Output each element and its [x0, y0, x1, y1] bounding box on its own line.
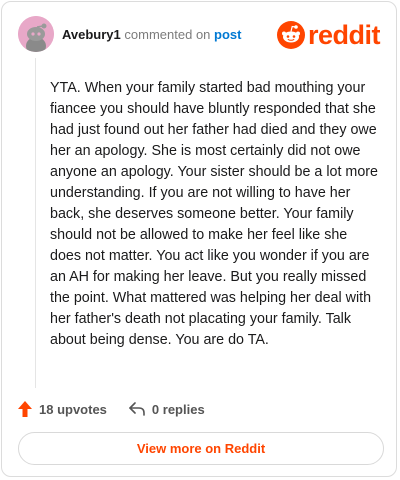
avatar[interactable] [18, 16, 54, 52]
comment-card: Avebury1 commented on post reddit YTA. W… [1, 1, 397, 477]
reply-button[interactable]: 0 replies [129, 402, 205, 417]
view-more-label: View more on Reddit [136, 441, 266, 456]
action-text: commented on [124, 27, 211, 42]
post-link[interactable]: post [214, 27, 241, 42]
username[interactable]: Avebury1 [62, 27, 121, 42]
comment-meta: Avebury1 commented on post [62, 27, 241, 42]
reddit-logo-icon [276, 21, 305, 49]
reddit-wordmark: reddit [307, 20, 381, 50]
comment-header: Avebury1 commented on post reddit [18, 16, 381, 56]
upvote-button[interactable]: 18 upvotes [18, 401, 107, 417]
upvote-count: 18 upvotes [39, 401, 107, 417]
avatar-snoo-icon [18, 16, 54, 52]
reply-count: 0 replies [151, 401, 205, 417]
reddit-logo[interactable]: reddit [276, 20, 381, 50]
reply-icon [129, 402, 145, 416]
comment-body: YTA. When your family started bad mouthi… [50, 80, 378, 348]
upvote-arrow-icon [18, 401, 32, 417]
view-more-button[interactable]: View more on Reddit [18, 432, 384, 465]
thread-line [35, 58, 36, 388]
comment-actions: 18 upvotes 0 replies [18, 398, 227, 420]
